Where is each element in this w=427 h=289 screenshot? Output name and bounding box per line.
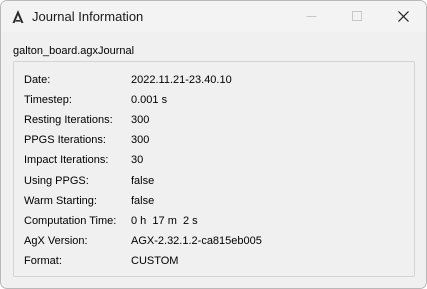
agx-logo-icon bbox=[12, 10, 24, 23]
info-row-format: Format: CUSTOM bbox=[14, 253, 414, 269]
info-row-date: Date: 2022.11.21-23.40.10 bbox=[14, 72, 414, 88]
info-label: Format: bbox=[24, 255, 62, 267]
window-title: Journal Information bbox=[32, 9, 144, 24]
minimize-button[interactable] bbox=[288, 1, 334, 32]
info-value: 0.001 s bbox=[131, 94, 168, 106]
journal-file-name: galton_board.agxJournal bbox=[13, 45, 135, 57]
close-button[interactable] bbox=[380, 1, 426, 32]
maximize-button[interactable] bbox=[334, 1, 380, 32]
info-row-warm-starting: Warm Starting: false bbox=[14, 193, 414, 209]
title-bar[interactable]: Journal Information bbox=[1, 1, 426, 32]
info-row-impact-iterations: Impact Iterations: 30 bbox=[14, 152, 414, 168]
info-value: 2022.11.21-23.40.10 bbox=[131, 74, 232, 86]
info-label: PPGS Iterations: bbox=[24, 134, 106, 146]
info-value: 30 bbox=[131, 154, 144, 166]
info-value: 300 bbox=[131, 114, 150, 126]
info-label: Timestep: bbox=[24, 94, 72, 106]
info-value: CUSTOM bbox=[131, 255, 179, 267]
info-label: Resting Iterations: bbox=[24, 114, 113, 126]
info-label: Warm Starting: bbox=[24, 195, 97, 207]
info-value: false bbox=[131, 195, 155, 207]
info-row-agx-version: AgX Version: AGX-2.32.1.2-ca815eb005 bbox=[14, 233, 414, 249]
info-label: Using PPGS: bbox=[24, 175, 89, 187]
maximize-icon bbox=[352, 11, 362, 21]
journal-info-group: Date: 2022.11.21-23.40.10 Timestep: 0.00… bbox=[13, 61, 415, 277]
info-value: 300 bbox=[131, 134, 150, 146]
info-row-ppgs-iterations: PPGS Iterations: 300 bbox=[14, 132, 414, 148]
info-label: Impact Iterations: bbox=[24, 154, 109, 166]
minimize-icon bbox=[306, 16, 317, 17]
info-label: Computation Time: bbox=[24, 215, 117, 227]
info-value: 0 h 17 m 2 s bbox=[131, 215, 198, 227]
info-label: Date: bbox=[24, 74, 51, 86]
info-row-computation-time: Computation Time: 0 h 17 m 2 s bbox=[14, 213, 414, 229]
info-row-timestep: Timestep: 0.001 s bbox=[14, 92, 414, 108]
info-row-resting-iterations: Resting Iterations: 300 bbox=[14, 112, 414, 128]
info-value: AGX-2.32.1.2-ca815eb005 bbox=[131, 235, 262, 247]
info-value: false bbox=[131, 175, 155, 187]
close-icon bbox=[398, 11, 409, 22]
journal-information-window: Journal Information galton_board.agxJour… bbox=[0, 0, 427, 289]
info-label: AgX Version: bbox=[24, 235, 88, 247]
info-row-using-ppgs: Using PPGS: false bbox=[14, 173, 414, 189]
